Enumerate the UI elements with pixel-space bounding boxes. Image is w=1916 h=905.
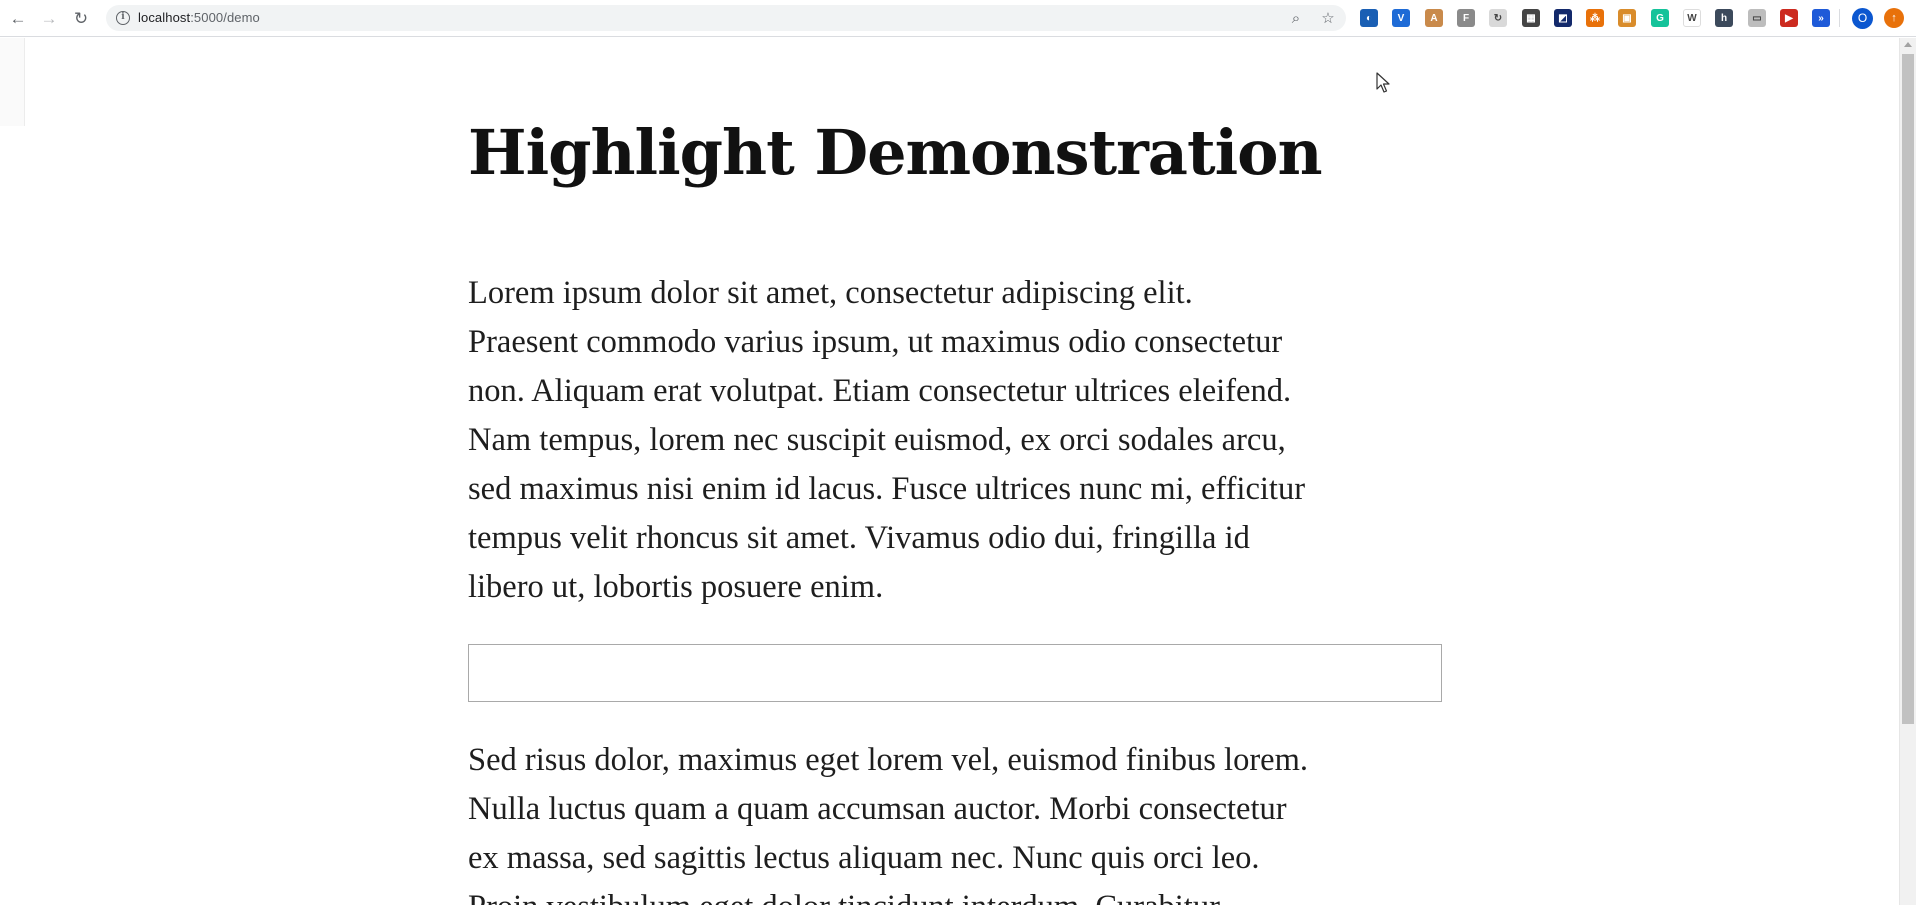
- youtube-ext-icon[interactable]: ▶: [1780, 9, 1798, 27]
- paragraph-line: Nulla luctus quam a quam accumsan auctor…: [468, 791, 1287, 827]
- v-ext-icon[interactable]: V: [1392, 9, 1410, 27]
- paragraph-line: sed maximus nisi enim id lacus. Fusce ul…: [468, 471, 1306, 507]
- h-ext-icon[interactable]: h: [1715, 9, 1733, 27]
- paragraph-line: Praesent commodo varius ipsum, ut maximu…: [468, 324, 1283, 360]
- vertical-scrollbar[interactable]: [1899, 38, 1916, 905]
- wikipedia-ext-icon[interactable]: W: [1683, 9, 1701, 27]
- network-ext-icon[interactable]: ⁂: [1586, 9, 1604, 27]
- forward-ext-icon[interactable]: »: [1812, 9, 1830, 27]
- paragraph-line: tempus velit rhoncus sit amet. Vivamus o…: [468, 520, 1250, 556]
- image-ext-icon[interactable]: ▣: [1618, 9, 1636, 27]
- browser-toolbar: ← → ↻ i localhost:5000/demo ⌕ ☆ ◐ V A F ↻ ▦ ◩ ⁂…: [0, 0, 1916, 37]
- site-info-icon[interactable]: i: [116, 11, 130, 25]
- update-icon[interactable]: ↑: [1884, 8, 1904, 28]
- url-text[interactable]: localhost:5000/demo: [138, 10, 260, 25]
- sync-ext-icon[interactable]: ↻: [1489, 9, 1507, 27]
- highlight-text-box[interactable]: [468, 644, 1442, 702]
- pdf-ext-icon[interactable]: A: [1425, 9, 1443, 27]
- grammarly-ext-icon[interactable]: G: [1651, 9, 1669, 27]
- back-arrow-icon[interactable]: ←: [6, 6, 30, 30]
- forward-arrow-icon[interactable]: →: [37, 6, 61, 30]
- paragraph-line: ex massa, sed sagittis lectus aliquam ne…: [468, 840, 1260, 876]
- url-path: :5000/demo: [190, 10, 260, 25]
- address-bar[interactable]: i localhost:5000/demo ⌕ ☆: [106, 5, 1346, 31]
- f-ext-icon[interactable]: F: [1457, 9, 1475, 27]
- scroll-up-arrow-icon[interactable]: [1904, 42, 1912, 47]
- compass-ext-icon[interactable]: ◐: [1360, 9, 1378, 27]
- paragraph-2: Sed risus dolor, maximus eget lorem vel,…: [468, 736, 1448, 905]
- paragraph-line: non. Aliquam erat volutpat. Etiam consec…: [468, 373, 1292, 409]
- paragraph-1: Lorem ipsum dolor sit amet, consectetur …: [468, 269, 1448, 612]
- side-panel-stub: [0, 38, 25, 126]
- paragraph-line: Nam tempus, lorem nec suscipit euismod, …: [468, 422, 1286, 458]
- box-ext-icon[interactable]: ▭: [1748, 9, 1766, 27]
- paragraph-line: Proin vestibulum eget dolor tincidunt in…: [468, 883, 1448, 905]
- profile-avatar[interactable]: O: [1852, 8, 1873, 29]
- paragraph-line: Lorem ipsum dolor sit amet, consectetur …: [468, 275, 1193, 311]
- grid-ext-icon[interactable]: ▦: [1522, 9, 1540, 27]
- bookmark-star-icon[interactable]: ☆: [1318, 8, 1338, 28]
- paragraph-line: Sed risus dolor, maximus eget lorem vel,…: [468, 742, 1308, 778]
- reload-icon[interactable]: ↻: [69, 6, 93, 30]
- zoom-icon[interactable]: ⌕: [1286, 8, 1306, 28]
- flag-ext-icon[interactable]: ◩: [1554, 9, 1572, 27]
- toolbar-separator: [1839, 9, 1840, 27]
- page-title: Highlight Demonstration: [468, 116, 1323, 189]
- paragraph-line: libero ut, lobortis posuere enim.: [468, 569, 884, 605]
- mouse-cursor-icon: [1376, 72, 1390, 93]
- scroll-thumb[interactable]: [1902, 54, 1914, 724]
- url-host: localhost: [138, 10, 191, 25]
